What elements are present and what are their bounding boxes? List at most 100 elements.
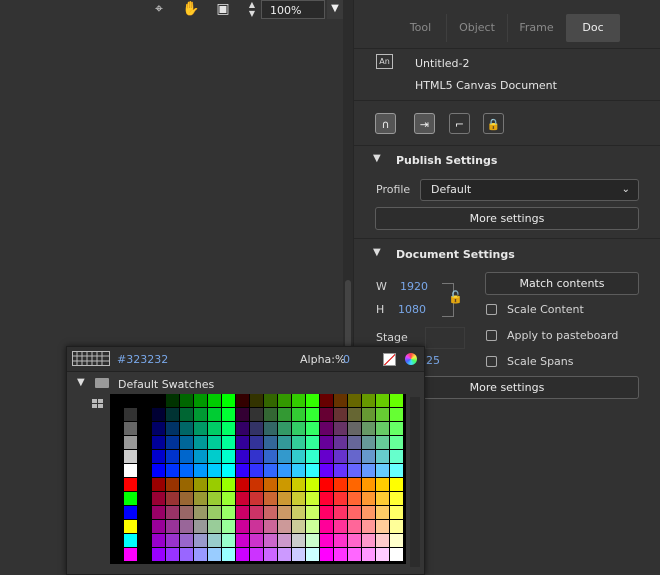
- swatch-cell[interactable]: [166, 548, 179, 561]
- swatch-cell[interactable]: [180, 436, 193, 449]
- swatch-cell[interactable]: [376, 548, 389, 561]
- swatch-cell[interactable]: [348, 548, 361, 561]
- swatch-cell[interactable]: [390, 436, 403, 449]
- swatch-cell[interactable]: [250, 450, 263, 463]
- swatch-cell[interactable]: [208, 520, 221, 533]
- swatch-cell[interactable]: [236, 520, 249, 533]
- swatch-cell[interactable]: [292, 422, 305, 435]
- swatch-cell[interactable]: [292, 548, 305, 561]
- pin-icon[interactable]: ⇥: [414, 113, 435, 134]
- swatch-cell[interactable]: [222, 422, 235, 435]
- swatch-cell[interactable]: [362, 520, 375, 533]
- swatch-grid-icon[interactable]: [72, 351, 110, 366]
- swatch-cell[interactable]: [348, 520, 361, 533]
- scale-content-checkbox[interactable]: [486, 304, 497, 315]
- swatch-cell[interactable]: [166, 422, 179, 435]
- swatch-cell[interactable]: [306, 408, 319, 421]
- swatch-cell[interactable]: [390, 408, 403, 421]
- swatch-cell[interactable]: [334, 548, 347, 561]
- swatch-cell[interactable]: [320, 450, 333, 463]
- swatch-cell[interactable]: [236, 548, 249, 561]
- swatch-cell[interactable]: [334, 408, 347, 421]
- swatch-cell[interactable]: [222, 492, 235, 505]
- swatch-cell[interactable]: [152, 478, 165, 491]
- swatch-cell[interactable]: [250, 394, 263, 407]
- swatch-cell[interactable]: [152, 506, 165, 519]
- swatch-cell[interactable]: [390, 506, 403, 519]
- swatch-cell[interactable]: [208, 548, 221, 561]
- swatch-cell[interactable]: [250, 436, 263, 449]
- swatch-cell[interactable]: [222, 464, 235, 477]
- swatch-cell[interactable]: [348, 506, 361, 519]
- swatch-cell[interactable]: [390, 464, 403, 477]
- swatch-cell[interactable]: [208, 464, 221, 477]
- swatch-cell[interactable]: [208, 436, 221, 449]
- swatch-cell[interactable]: [362, 478, 375, 491]
- match-contents-button[interactable]: Match contents: [485, 272, 639, 295]
- height-value[interactable]: 1080: [398, 303, 426, 316]
- swatch-cell[interactable]: [376, 422, 389, 435]
- swatch-library-row[interactable]: ▼ Default Swatches: [67, 373, 424, 395]
- swatch-cell[interactable]: [236, 436, 249, 449]
- swatch-cell[interactable]: [292, 394, 305, 407]
- swatch-cell[interactable]: [222, 408, 235, 421]
- swatch-cell[interactable]: [376, 450, 389, 463]
- swatch-cell[interactable]: [124, 408, 137, 421]
- swatch-cell[interactable]: [180, 548, 193, 561]
- swatch-cell[interactable]: [306, 422, 319, 435]
- swatch-cell[interactable]: [264, 520, 277, 533]
- swatch-cell[interactable]: [180, 408, 193, 421]
- swatch-cell[interactable]: [166, 534, 179, 547]
- swatch-cell[interactable]: [306, 492, 319, 505]
- swatch-cell[interactable]: [208, 408, 221, 421]
- swatch-cell[interactable]: [376, 408, 389, 421]
- swatch-cell[interactable]: [320, 534, 333, 547]
- zoom-stepper[interactable]: ▲ ▼: [246, 0, 258, 20]
- width-value[interactable]: 1920: [400, 280, 428, 293]
- swatch-cell[interactable]: [376, 464, 389, 477]
- swatch-cell[interactable]: [250, 534, 263, 547]
- swatch-cell[interactable]: [362, 394, 375, 407]
- swatch-cell[interactable]: [222, 436, 235, 449]
- swatch-cell[interactable]: [334, 394, 347, 407]
- swatch-cell[interactable]: [124, 492, 137, 505]
- swatch-cell[interactable]: [124, 422, 137, 435]
- publish-more-settings-button[interactable]: More settings: [375, 207, 639, 230]
- swatch-cell[interactable]: [362, 548, 375, 561]
- swatch-cell[interactable]: [306, 464, 319, 477]
- swatch-cell[interactable]: [180, 520, 193, 533]
- swatch-cell[interactable]: [334, 464, 347, 477]
- swatch-cell[interactable]: [278, 450, 291, 463]
- swatch-cell[interactable]: [306, 478, 319, 491]
- swatch-cell[interactable]: [236, 492, 249, 505]
- swatch-cell[interactable]: [124, 478, 137, 491]
- swatch-cell[interactable]: [250, 478, 263, 491]
- swatch-cell[interactable]: [306, 436, 319, 449]
- lock-icon[interactable]: 🔒: [483, 113, 504, 134]
- swatch-cell[interactable]: [334, 422, 347, 435]
- swatch-cell[interactable]: [292, 436, 305, 449]
- swatch-cell[interactable]: [124, 436, 137, 449]
- swatch-cell[interactable]: [236, 408, 249, 421]
- swatch-cell[interactable]: [292, 534, 305, 547]
- swatch-cell[interactable]: [124, 520, 137, 533]
- swatch-cell[interactable]: [250, 464, 263, 477]
- swatch-cell[interactable]: [334, 436, 347, 449]
- swatch-cell[interactable]: [180, 422, 193, 435]
- swatch-cell[interactable]: [320, 478, 333, 491]
- swatch-cell[interactable]: [194, 436, 207, 449]
- apply-pasteboard-checkbox[interactable]: [486, 330, 497, 341]
- swatch-cell[interactable]: [278, 478, 291, 491]
- swatch-cell[interactable]: [264, 422, 277, 435]
- swatch-cell[interactable]: [278, 548, 291, 561]
- swatch-cell[interactable]: [166, 436, 179, 449]
- swatch-cell[interactable]: [306, 450, 319, 463]
- swatch-cell[interactable]: [306, 534, 319, 547]
- swatch-cell[interactable]: [208, 534, 221, 547]
- swatch-cell[interactable]: [278, 506, 291, 519]
- swatch-cell[interactable]: [166, 478, 179, 491]
- swatch-cell[interactable]: [278, 394, 291, 407]
- swatch-cell[interactable]: [376, 506, 389, 519]
- swatch-scrollbar[interactable]: [410, 397, 420, 567]
- swatch-cell[interactable]: [348, 492, 361, 505]
